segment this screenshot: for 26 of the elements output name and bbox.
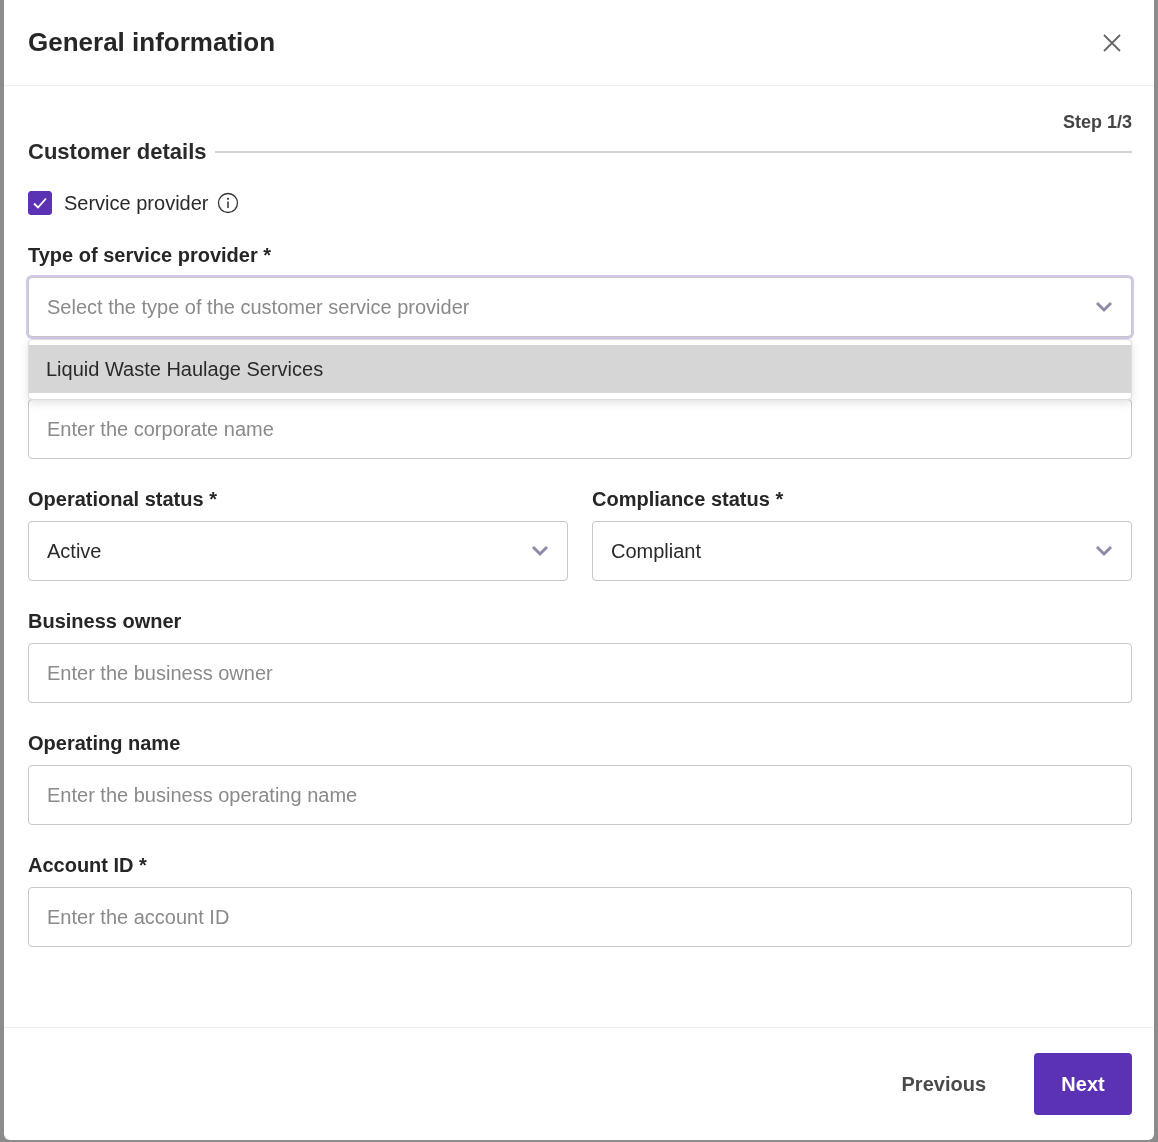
select-field[interactable]: Active (28, 521, 568, 581)
checkbox-label: Service provider (64, 191, 209, 215)
field-label: Type of service provider * (28, 243, 273, 267)
step-indicator: Step 1/3 (1062, 112, 1132, 133)
checkmark-icon (32, 195, 48, 211)
chevron-icon (531, 545, 549, 557)
field-label: Business owner (28, 609, 183, 633)
chevron-icon (1095, 301, 1113, 313)
select-field[interactable]: Compliant (592, 521, 1132, 581)
input-field[interactable]: Enter the business owner (28, 643, 1132, 703)
input-field[interactable]: Enter the account ID (28, 887, 1132, 947)
next-button[interactable]: Next (1034, 1053, 1132, 1115)
section-title: Customer details (28, 139, 207, 165)
input-field[interactable]: Enter the corporate name (28, 399, 1132, 459)
previous-button[interactable]: Previous (883, 1062, 1004, 1106)
input-field[interactable]: Enter the business operating name (28, 765, 1132, 825)
dialog-title: General information (28, 27, 276, 58)
chevron-icon (1095, 545, 1113, 557)
dropdown-option[interactable]: Liquid Waste Haulage Services (29, 345, 1131, 393)
field-label: Compliance status * (592, 487, 785, 511)
field-label: Operational status * (28, 487, 218, 511)
close-icon[interactable] (1102, 32, 1122, 53)
info-icon[interactable] (216, 192, 239, 214)
field-label: Operating name (28, 731, 182, 755)
field-label: Account ID * (28, 853, 148, 877)
checkbox[interactable] (28, 191, 52, 215)
